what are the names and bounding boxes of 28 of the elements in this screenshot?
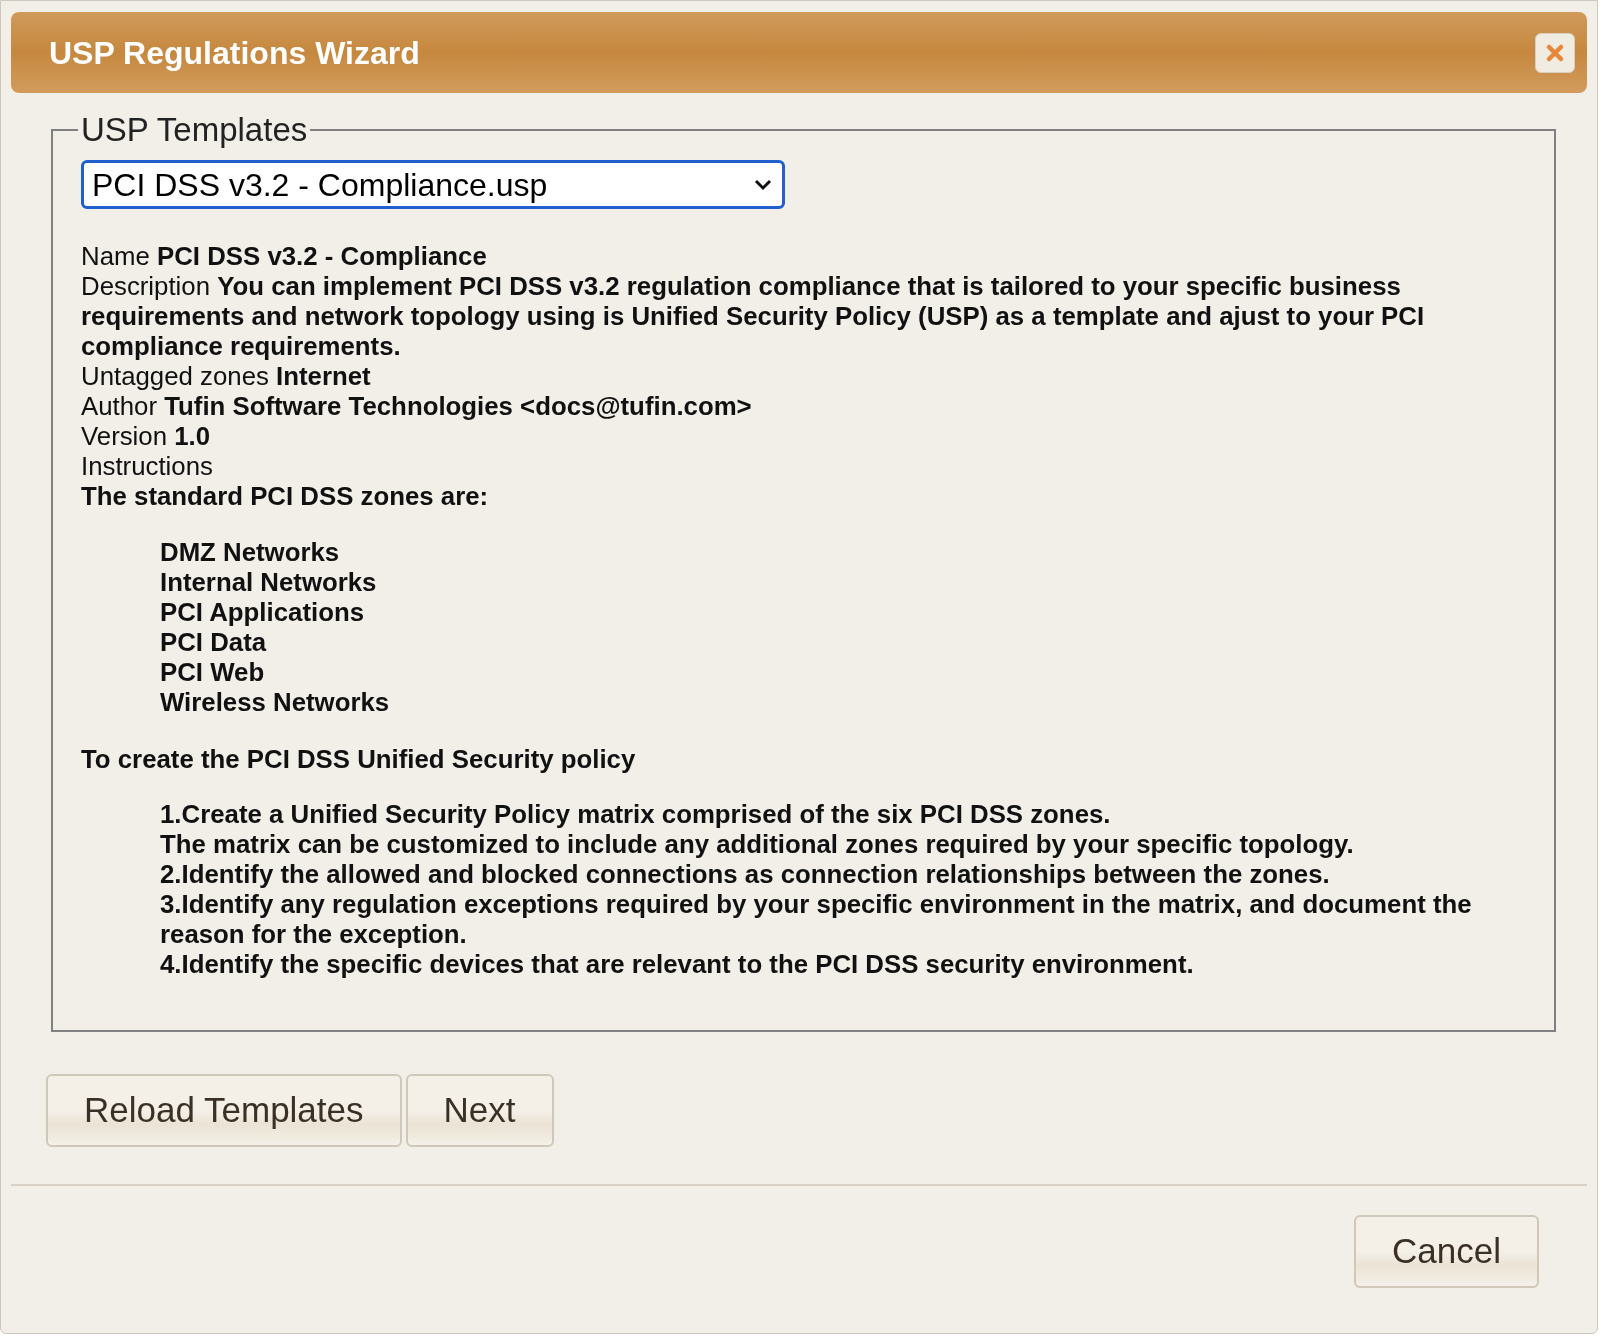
zone-name: PCI Applications [160,598,364,626]
next-button[interactable]: Next [405,1074,554,1147]
field-line: Untagged zones Internet [81,361,372,391]
zone-name: Internal Networks [160,568,377,596]
zone-name: PCI Data [160,628,267,656]
instruction-step: 1.Create a Unified Security Policy matrix comprised of the six PCI DSS zones. [160,799,1526,829]
zone-name: PCI Web [160,658,265,686]
field-label: Instructions [81,451,214,481]
chevron-down-icon [754,178,772,191]
close-button[interactable] [1535,32,1575,73]
instructions-heading: The standard PCI DSS zones are: [81,481,490,511]
instruction-step: The matrix can be customized to include any additional zones required by your specific topology. [160,829,1526,859]
instructions-subheading: To create the PCI DSS Unified Security policy [81,745,636,773]
template-select[interactable]: PCI DSS v3.2 - Compliance.usp [81,160,785,209]
instruction-step: 3.Identify any regulation exceptions required by your specific environment in the matrix, and document the reason for the exception. [160,889,1526,949]
instruction-step: 2.Identify the allowed and blocked connections as connection relationships between the zones. [160,859,1526,889]
field-line: Name PCI DSS v3.2 - Compliance [81,241,488,271]
zone-name: Wireless Networks [160,688,390,716]
field-line: Description You can implement PCI DSS v3.2 regulation compliance that is tailored to your specific business requirements and network topology using is Unified Security Policy (USP) as a template and ajust to your PCI compliance requirements. [81,271,1426,361]
panel-legend: USP Templates [78,112,311,148]
reload-templates-button[interactable]: Reload Templates [46,1074,402,1147]
close-icon [1545,42,1565,63]
field-line: Version 1.0 [81,421,212,451]
field-line: Author Tufin Software Technologies <docs@tufin.com> [81,391,753,421]
zone-name: DMZ Networks [160,538,340,566]
window-title: USP Regulations Wizard [49,33,420,73]
cancel-button[interactable]: Cancel [1354,1215,1539,1288]
instruction-step: 4.Identify the specific devices that are relevant to the PCI DSS security environment. [160,949,1526,979]
